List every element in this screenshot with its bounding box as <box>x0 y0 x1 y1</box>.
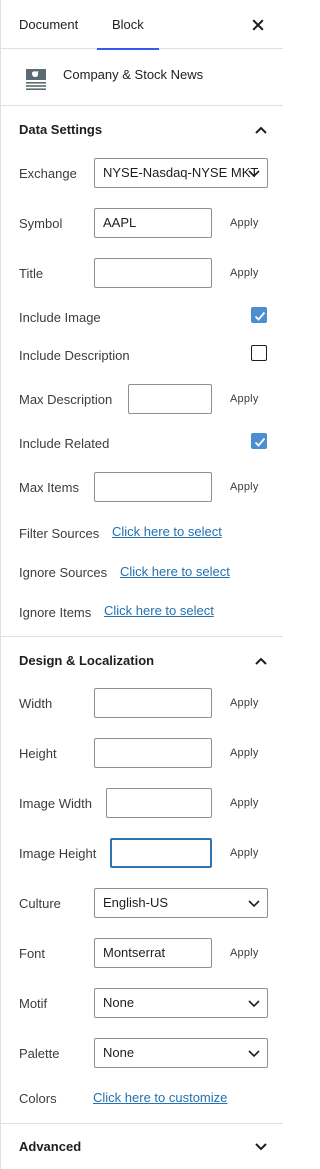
colors-customize-link[interactable]: Click here to customize <box>93 1090 227 1105</box>
height-input[interactable] <box>94 738 212 768</box>
design-localization-toggle[interactable]: Design & Localization <box>1 637 283 685</box>
tab-block[interactable]: Block <box>97 0 159 50</box>
motif-label: Motif <box>19 996 48 1011</box>
include-description-label: Include Description <box>19 348 130 363</box>
include-image-checkbox[interactable] <box>251 307 267 323</box>
symbol-apply-button[interactable]: Apply <box>230 217 259 229</box>
chevron-up-icon <box>255 657 267 665</box>
chevron-down-icon <box>255 1143 267 1151</box>
width-label: Width <box>19 696 53 711</box>
design-localization-title: Design & Localization <box>19 653 155 668</box>
image-width-label: Image Width <box>19 796 92 811</box>
culture-label: Culture <box>19 896 61 911</box>
culture-value: English-US <box>103 895 169 910</box>
height-label: Height <box>19 746 57 761</box>
width-input[interactable] <box>94 688 212 718</box>
tab-document[interactable]: Document <box>19 0 78 49</box>
palette-value: None <box>103 1045 135 1060</box>
font-label: Font <box>19 946 46 961</box>
colors-label: Colors <box>19 1091 57 1106</box>
checkmark-icon <box>254 311 266 321</box>
chevron-up-icon <box>255 126 267 134</box>
image-height-input[interactable] <box>110 838 212 868</box>
filter-sources-link[interactable]: Click here to select <box>112 524 222 539</box>
image-height-apply-button[interactable]: Apply <box>230 847 259 859</box>
max-description-input[interactable] <box>128 384 212 414</box>
title-label: Title <box>19 266 44 281</box>
motif-select[interactable]: None <box>94 988 268 1018</box>
block-settings-sidebar: Document Block Company & Stock News Data… <box>0 0 283 1169</box>
palette-select[interactable]: None <box>94 1038 268 1068</box>
exchange-select[interactable]: NYSE-Nasdaq-NYSE MKT <box>94 158 268 188</box>
symbol-input[interactable]: AAPL <box>94 208 212 238</box>
data-settings-toggle[interactable]: Data Settings <box>1 106 283 154</box>
chevron-down-icon <box>248 1000 260 1008</box>
checkmark-icon <box>254 437 266 447</box>
include-description-checkbox[interactable] <box>251 345 267 361</box>
chevron-down-icon <box>248 900 260 908</box>
block-title: Company & Stock News <box>63 67 204 82</box>
sidebar-tabs: Document Block <box>1 0 283 50</box>
width-apply-button[interactable]: Apply <box>230 697 259 709</box>
font-input[interactable]: Montserrat <box>94 938 212 968</box>
image-width-input[interactable] <box>106 788 212 818</box>
palette-label: Palette <box>19 1046 60 1061</box>
culture-select[interactable]: English-US <box>94 888 268 918</box>
block-card: Company & Stock News <box>1 49 283 106</box>
advanced-toggle[interactable]: Advanced <box>1 1124 283 1169</box>
ignore-items-label: Ignore Items <box>19 605 92 620</box>
image-height-label: Image Height <box>19 846 97 861</box>
advanced-title: Advanced <box>19 1139 82 1154</box>
max-description-label: Max Description <box>19 392 113 407</box>
chevron-down-icon <box>248 1050 260 1058</box>
include-image-label: Include Image <box>19 310 101 325</box>
exchange-value: NYSE-Nasdaq-NYSE MKT <box>103 165 259 180</box>
height-apply-button[interactable]: Apply <box>230 747 259 759</box>
symbol-label: Symbol <box>19 216 63 231</box>
motif-value: None <box>103 995 135 1010</box>
max-items-apply-button[interactable]: Apply <box>230 481 259 493</box>
filter-sources-label: Filter Sources <box>19 526 100 541</box>
max-items-input[interactable] <box>94 472 212 502</box>
include-related-checkbox[interactable] <box>251 433 267 449</box>
image-width-apply-button[interactable]: Apply <box>230 797 259 809</box>
title-input[interactable] <box>94 258 212 288</box>
exchange-label: Exchange <box>19 166 77 181</box>
max-description-apply-button[interactable]: Apply <box>230 393 259 405</box>
title-apply-button[interactable]: Apply <box>230 267 259 279</box>
include-related-label: Include Related <box>19 436 110 451</box>
close-icon[interactable] <box>247 14 269 36</box>
stock-news-icon <box>26 69 46 90</box>
chevron-down-icon <box>248 170 260 178</box>
data-settings-title: Data Settings <box>19 122 103 137</box>
ignore-sources-link[interactable]: Click here to select <box>120 564 230 579</box>
font-apply-button[interactable]: Apply <box>230 947 259 959</box>
ignore-sources-label: Ignore Sources <box>19 565 108 580</box>
ignore-items-link[interactable]: Click here to select <box>104 603 214 618</box>
max-items-label: Max Items <box>19 480 79 495</box>
